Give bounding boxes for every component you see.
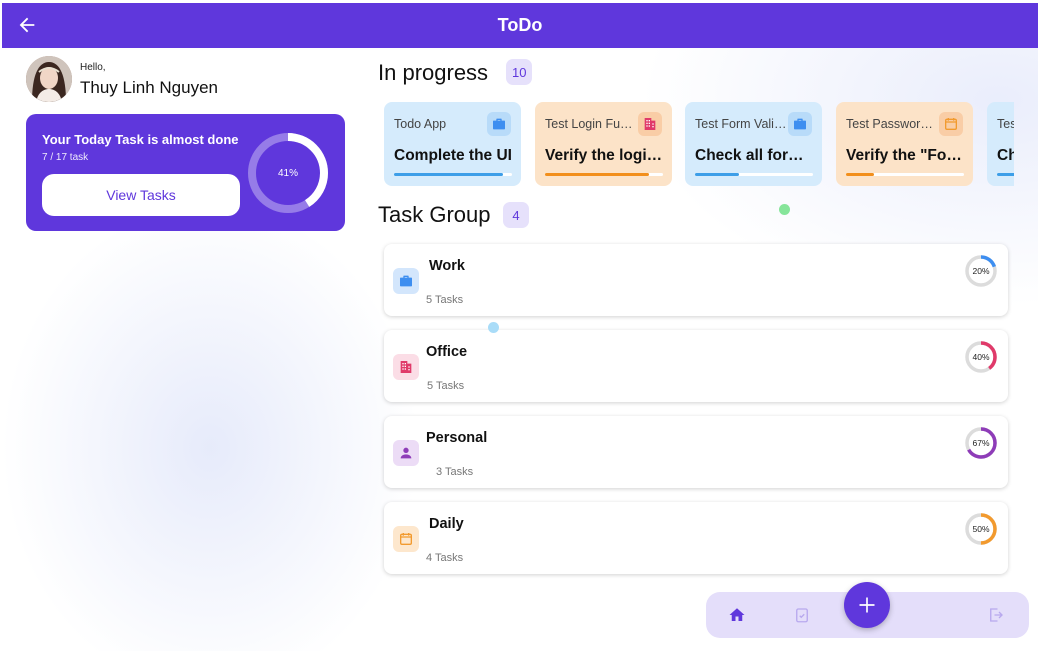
card-task-title: Verify the "Forgot password" [846,147,966,164]
card-task-title: Complete the UI [394,147,512,164]
card-project-title: Test Password Reset [846,117,938,131]
card-task-title: Check [997,147,1014,164]
calendar-icon [939,112,963,136]
in-progress-card[interactable]: Test Password Reset Verify the "Forgot pa… [836,102,973,186]
group-task-count: 4 Tasks [426,552,464,564]
task-group-item[interactable]: Daily 4 Tasks 50% [384,502,1008,574]
card-progress-bar [394,173,512,176]
in-progress-title: In progress [378,60,489,85]
task-group-item[interactable]: Personal 3 Tasks 67% [384,416,1008,488]
group-percent-label: 40% [972,352,990,362]
app-title: ToDo [497,15,543,35]
card-progress-bar [695,173,813,176]
card-project-title: Test [997,117,1014,131]
building-icon [393,354,419,380]
task-group-item[interactable]: Office 5 Tasks 40% [384,330,1008,402]
card-progress-bar [545,173,663,176]
card-project-title: Test Login Function [545,117,637,131]
group-name: Personal [426,430,488,446]
task-group-title: Task Group [378,202,491,227]
avatar[interactable] [26,56,72,102]
group-name: Daily [429,516,464,532]
group-name: Office [426,344,468,360]
card-progress-bar [846,173,964,176]
person-icon [393,440,419,466]
view-tasks-button[interactable]: View Tasks [42,174,240,216]
in-progress-card[interactable]: Todo App Complete the UI [384,102,521,186]
group-percent-label: 20% [972,266,990,276]
group-name: Work [429,258,465,274]
task-group-count-badge: 4 [503,202,529,228]
user-name: Thuy Linh Nguyen [80,78,218,97]
greeting-text: Hello, [80,62,106,73]
clipboard-check-icon[interactable] [791,604,813,626]
today-percent-label: 41% [277,167,298,179]
card-project-title: Todo App [394,117,447,131]
add-task-button[interactable] [844,582,890,628]
in-progress-card[interactable]: Test Login Function Verify the login flow [535,102,672,186]
card-project-title: Test Form Validation [695,117,787,131]
group-task-count: 5 Tasks [426,294,464,306]
logout-icon[interactable] [985,604,1007,626]
app-bar: ToDo [2,3,1038,48]
background-glow [0,200,420,651]
card-task-title: Check all form fields [695,147,815,164]
in-progress-count-badge: 10 [506,59,533,85]
card-task-title: Verify the login flow [545,147,665,164]
plus-icon [859,597,875,613]
decorative-dot-blue [488,322,499,333]
today-task-count: 7 / 17 task [42,152,89,163]
group-task-count: 5 Tasks [427,380,465,392]
today-summary-card: Your Today Task is almost done 7 / 17 ta… [26,114,345,231]
briefcase-icon [788,112,812,136]
calendar-icon [393,526,419,552]
building-icon [638,112,662,136]
group-task-count: 3 Tasks [436,466,474,478]
briefcase-icon [487,112,511,136]
today-heading: Your Today Task is almost done [42,132,239,147]
back-arrow-icon[interactable] [16,14,38,36]
in-progress-list[interactable]: Todo App Complete the UI Test Login Functi… [384,102,1014,186]
group-percent-label: 67% [972,438,990,448]
task-group-item[interactable]: Work 5 Tasks 20% [384,244,1008,316]
in-progress-card[interactable]: Test Check [987,102,1014,186]
card-progress-bar [997,173,1014,176]
home-icon[interactable] [726,604,748,626]
decorative-dot-green [779,204,790,215]
briefcase-icon [393,268,419,294]
group-percent-label: 50% [972,524,990,534]
in-progress-card[interactable]: Test Form Validation Check all form field… [685,102,822,186]
